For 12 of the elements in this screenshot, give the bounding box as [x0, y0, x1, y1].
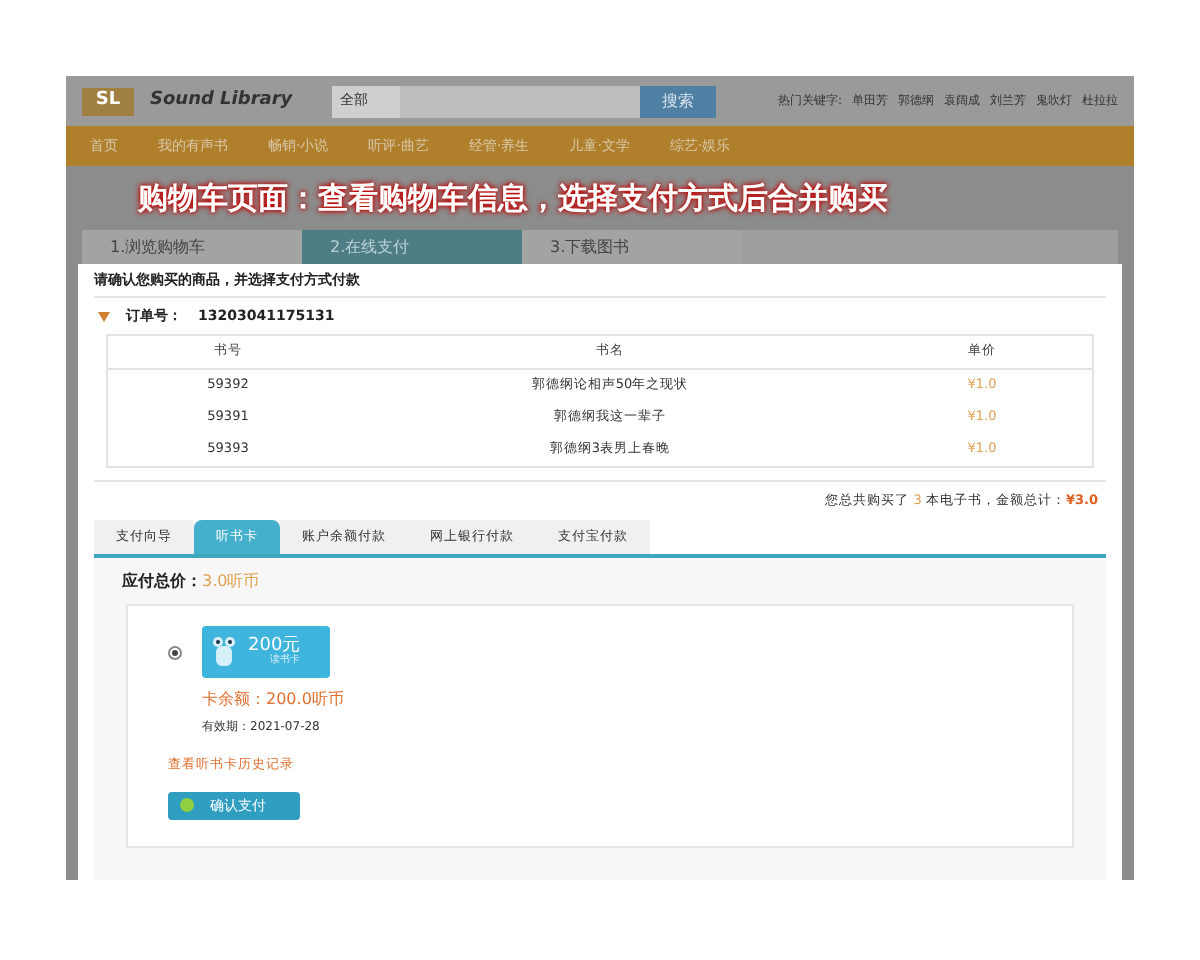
site-logo: SL [82, 87, 134, 115]
card-amount: 200元 [248, 638, 301, 656]
site-name: Sound Library [150, 87, 293, 114]
caret-icon [98, 311, 110, 321]
search-button[interactable]: 搜索 [640, 85, 717, 117]
due-label: 应付总价： [122, 570, 202, 594]
caption-text: 购物车页面：查看购物车信息，选择支付方式后合并购买 [138, 177, 888, 220]
card-balance: 卡余额：200.0听币 [202, 688, 346, 712]
radio-button[interactable] [168, 645, 182, 659]
search-field[interactable] [400, 85, 641, 117]
mascot-icon [208, 636, 240, 668]
due-amount: 3.0听币 [202, 570, 260, 594]
